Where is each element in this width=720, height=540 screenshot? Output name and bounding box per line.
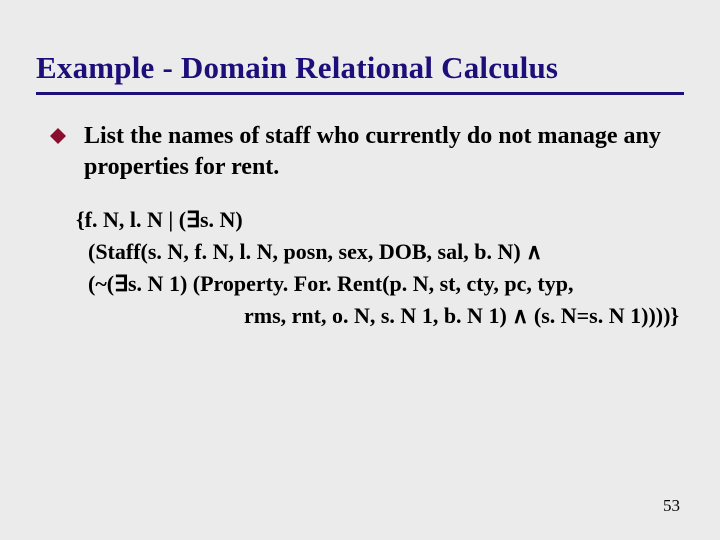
slide-title: Example - Domain Relational Calculus — [36, 50, 684, 95]
diamond-bullet-icon — [50, 128, 66, 144]
expr-line-2: (Staff(s. N, f. N, l. N, posn, sex, DOB,… — [76, 236, 684, 268]
bullet-item: List the names of staff who currently do… — [50, 121, 684, 182]
expr-line-3: (~(∃s. N 1) (Property. For. Rent(p. N, s… — [76, 268, 684, 300]
calculus-expression: {f. N, l. N | (∃s. N) (Staff(s. N, f. N,… — [76, 204, 684, 332]
page-number: 53 — [663, 496, 680, 516]
bullet-text: List the names of staff who currently do… — [84, 121, 684, 182]
slide: Example - Domain Relational Calculus Lis… — [0, 0, 720, 540]
expr-line-1: {f. N, l. N | (∃s. N) — [76, 204, 684, 236]
expr-line-4: rms, rnt, o. N, s. N 1, b. N 1) ∧ (s. N=… — [76, 300, 684, 332]
